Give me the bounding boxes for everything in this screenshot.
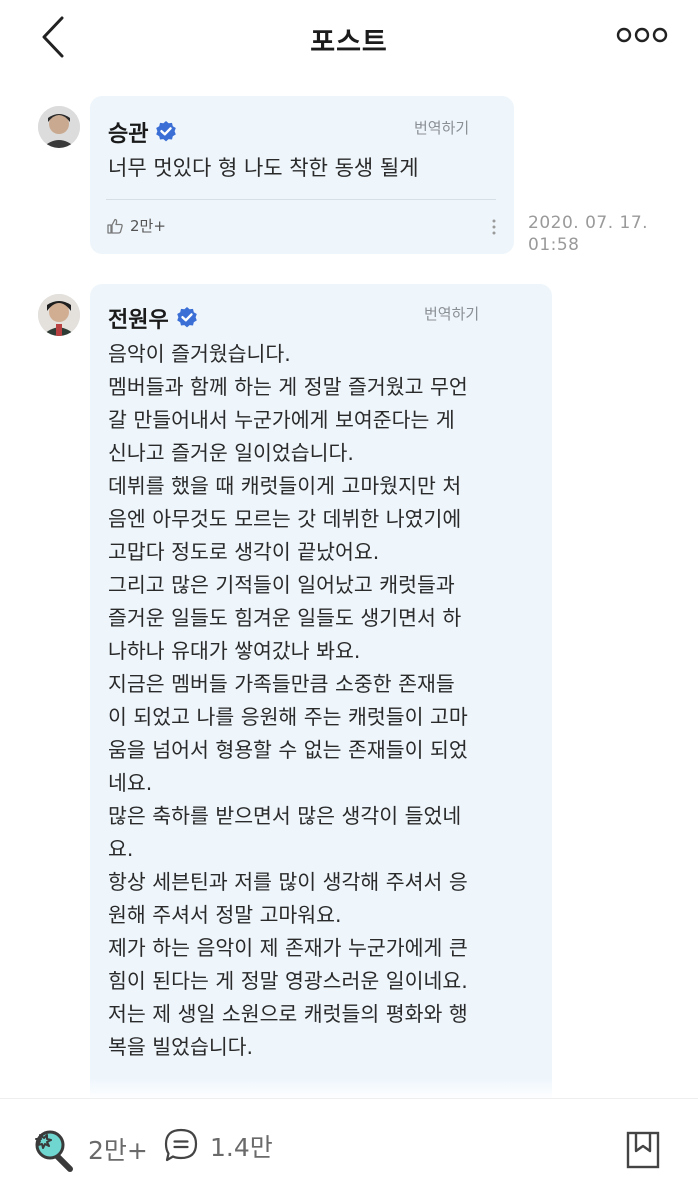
avatar[interactable] bbox=[38, 294, 80, 336]
post-like-button[interactable]: 2만+ bbox=[30, 1125, 148, 1173]
header-bar: 포스트 bbox=[0, 0, 698, 78]
translate-link[interactable]: 번역하기 bbox=[424, 303, 479, 324]
author-row: 승관 bbox=[108, 116, 178, 148]
bookmark-icon bbox=[626, 1131, 660, 1169]
comment-bubble: 전원우 번역하기 음악이 즐거웠습니다. 멤버들과 함께 하는 게 정말 즐거웠… bbox=[90, 284, 552, 1114]
divider bbox=[106, 199, 496, 200]
post-comment-count: 1.4만 bbox=[210, 1133, 273, 1162]
comment-bubble-icon bbox=[164, 1128, 198, 1162]
lightstick-icon bbox=[35, 1130, 73, 1172]
comment-text: 너무 멋있다 형 나도 착한 동생 될게 bbox=[108, 156, 419, 180]
translate-link[interactable]: 번역하기 bbox=[414, 117, 469, 138]
comment-more-icon[interactable] bbox=[492, 219, 496, 235]
more-horizontal-icon bbox=[616, 27, 668, 43]
footer-fade bbox=[0, 1078, 698, 1100]
comment-text: 음악이 즐거웠습니다. 멤버들과 함께 하는 게 정말 즐거웠고 무언 갈 만들… bbox=[108, 342, 468, 1059]
like-count: 2만+ bbox=[130, 217, 166, 235]
verified-badge-icon bbox=[176, 307, 197, 328]
verified-badge-icon bbox=[156, 121, 177, 142]
bookmark-button[interactable] bbox=[626, 1131, 660, 1169]
post-comment-button[interactable]: 1.4만 bbox=[162, 1127, 273, 1165]
thumbs-up-icon bbox=[107, 218, 123, 234]
author-name[interactable]: 승관 bbox=[108, 116, 148, 148]
avatar[interactable] bbox=[38, 106, 80, 148]
post-detail-screen: 포스트 승관 번역하기 너무 멋있다 형 나도 착한 동생 될게 2만+ 202… bbox=[0, 0, 698, 1200]
more-options-button[interactable] bbox=[616, 26, 668, 44]
post-like-count: 2만+ bbox=[88, 1136, 148, 1165]
comment-bubble: 승관 번역하기 너무 멋있다 형 나도 착한 동생 될게 2만+ bbox=[90, 96, 514, 254]
like-button[interactable]: 2만+ bbox=[106, 215, 166, 236]
author-row: 전원우 bbox=[108, 302, 199, 334]
timestamp: 2020. 07. 17. 01:58 bbox=[528, 213, 649, 255]
page-title: 포스트 bbox=[310, 27, 388, 58]
avatar-image bbox=[38, 106, 80, 148]
avatar-image bbox=[38, 294, 80, 336]
author-name[interactable]: 전원우 bbox=[108, 302, 169, 334]
